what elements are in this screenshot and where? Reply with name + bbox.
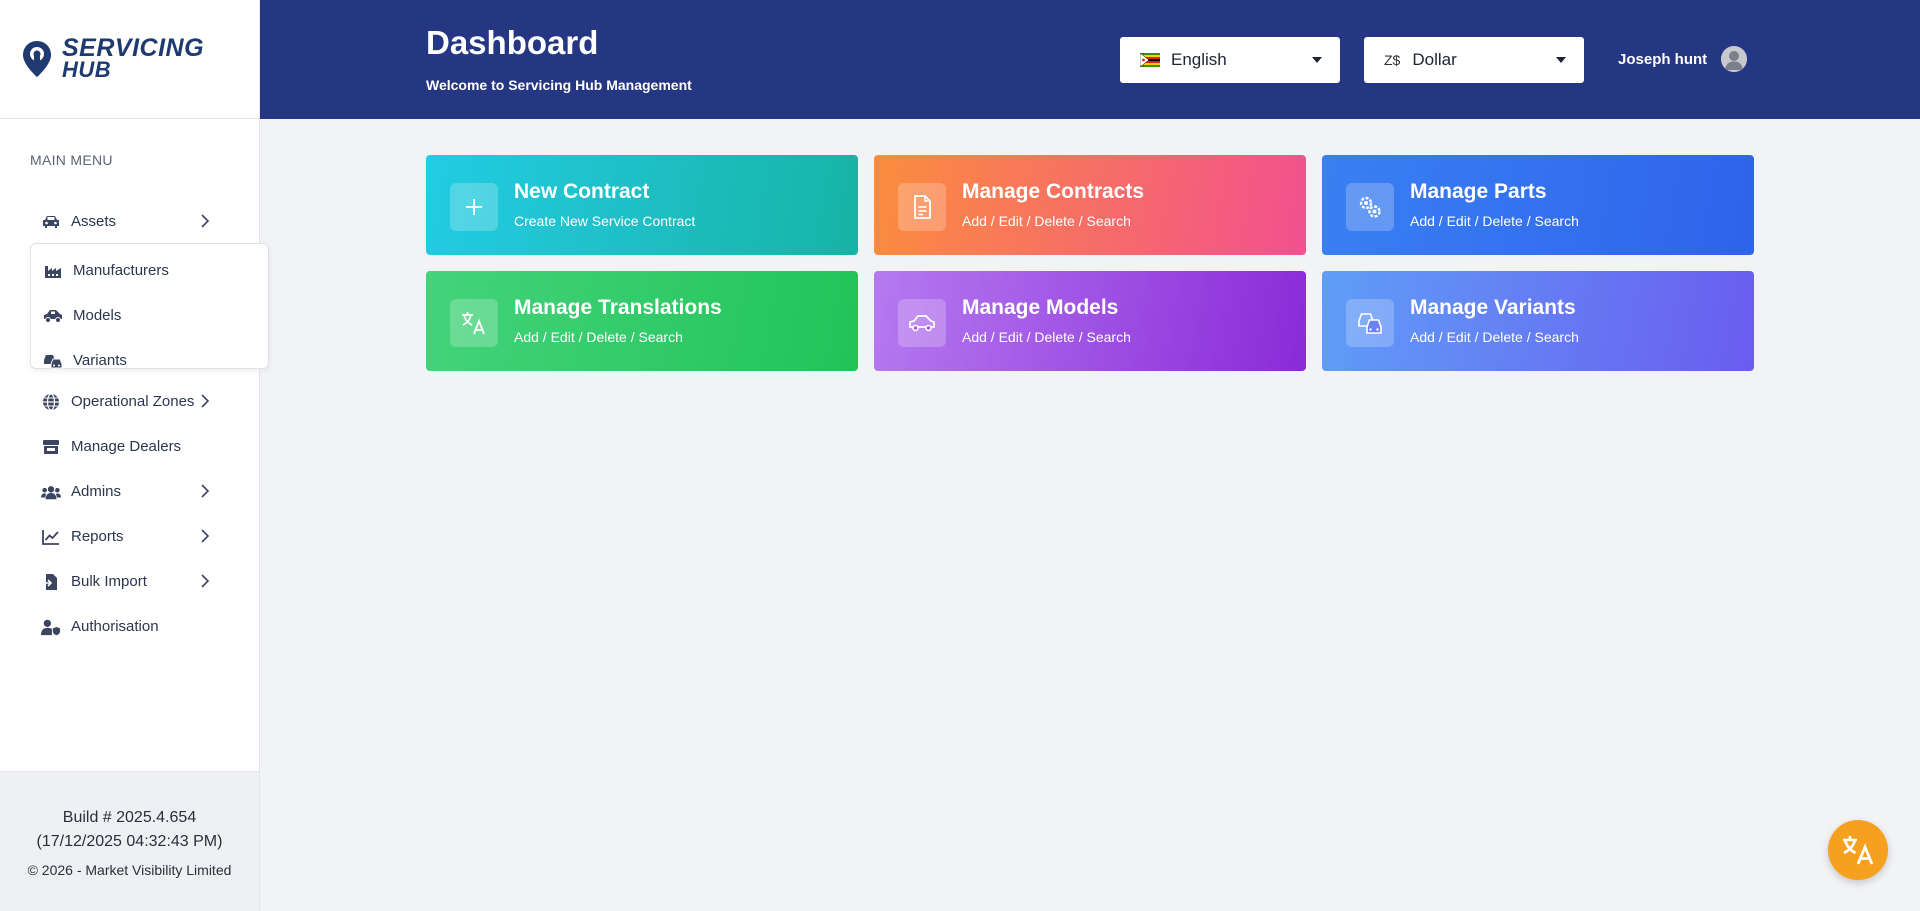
card-title: Manage Translations (514, 296, 722, 319)
wrench-pin-icon (23, 41, 51, 77)
user-shield-icon (41, 618, 61, 636)
language-select[interactable]: English (1120, 37, 1340, 83)
car-icon (41, 213, 61, 231)
page-subtitle: Welcome to Servicing Hub Management (426, 77, 692, 93)
sidebar-item-label: Admins (71, 483, 122, 500)
language-selected: English (1171, 50, 1227, 69)
industry-icon (43, 262, 63, 280)
card-subtitle: Add / Edit / Delete / Search (962, 213, 1131, 229)
sidebar-item-label: Reports (71, 528, 124, 545)
manage-models-card[interactable]: Manage Models Add / Edit / Delete / Sear… (874, 271, 1306, 371)
avatar (1721, 46, 1748, 72)
top-header: Dashboard Welcome to Servicing Hub Manag… (260, 0, 1920, 119)
main-menu: Assets (30, 199, 230, 244)
language-icon (450, 299, 498, 347)
plus-icon (450, 183, 498, 231)
card-title: Manage Contracts (962, 180, 1145, 203)
user-menu[interactable]: Joseph hunt (1618, 46, 1748, 72)
submenu-item-label: Variants (73, 352, 127, 369)
brand-line2: HUB (62, 57, 112, 82)
sidebar-item-authorisation[interactable]: Authorisation (30, 604, 230, 649)
sidebar-item-operational-zones[interactable]: Operational Zones (30, 379, 230, 424)
sidebar-item-manage-dealers[interactable]: Manage Dealers (30, 424, 230, 469)
submenu-item-label: Models (73, 307, 122, 324)
menu-caption: MAIN MENU (30, 152, 113, 168)
sidebar-item-label: Operational Zones (71, 393, 195, 410)
card-subtitle: Add / Edit / Delete / Search (514, 329, 683, 345)
sidebar-footer: Build # 2025.4.654 (17/12/2025 04:32:43 … (0, 771, 259, 911)
card-title: Manage Parts (1410, 180, 1547, 203)
store-icon (41, 438, 61, 456)
sidebar-item-label: Assets (71, 213, 117, 230)
chevron-right-icon (201, 214, 210, 228)
translate-fab-button[interactable] (1828, 820, 1888, 880)
new-contract-card[interactable]: New Contract Create New Service Contract (426, 155, 858, 255)
caret-down-icon (1556, 57, 1566, 63)
card-subtitle: Create New Service Contract (514, 213, 696, 229)
submenu-item-models[interactable]: Models (31, 293, 268, 338)
cars-icon (1346, 299, 1394, 347)
manage-variants-card[interactable]: Manage Variants Add / Edit / Delete / Se… (1322, 271, 1754, 371)
file-alt-icon (898, 183, 946, 231)
build-number: Build # 2025.4.654 (62, 809, 197, 826)
chevron-right-icon (201, 529, 210, 543)
sidebar-item-bulk-import[interactable]: Bulk Import (30, 559, 230, 604)
page-title: Dashboard (426, 24, 599, 61)
chevron-right-icon (201, 574, 210, 588)
car-icon (898, 299, 946, 347)
sidebar-item-reports[interactable]: Reports (30, 514, 230, 559)
sidebar-item-label: Authorisation (71, 618, 159, 635)
submenu-item-variants[interactable]: Variants (31, 338, 268, 383)
main-menu-lower: Operational Zones Manage Dealers Admins … (30, 379, 230, 649)
sidebar-item-assets[interactable]: Assets (30, 199, 230, 244)
currency-select[interactable]: Z$ Dollar (1364, 37, 1584, 83)
chevron-right-icon (201, 394, 210, 408)
users-icon (41, 483, 61, 501)
chart-line-icon (41, 528, 61, 546)
manage-contracts-card[interactable]: Manage Contracts Add / Edit / Delete / S… (874, 155, 1306, 255)
card-subtitle: Add / Edit / Delete / Search (1410, 329, 1579, 345)
car-side-icon (43, 307, 63, 325)
card-title: Manage Variants (1410, 296, 1576, 319)
build-date: (17/12/2025 04:32:43 PM) (36, 833, 223, 850)
submenu-item-label: Manufacturers (73, 262, 169, 279)
card-subtitle: Add / Edit / Delete / Search (1410, 213, 1579, 229)
sidebar-item-label: Bulk Import (71, 573, 147, 590)
zimbabwe-flag-icon (1140, 53, 1160, 67)
sidebar: SERVICING HUB MAIN MENU Assets Manufactu… (0, 0, 269, 911)
currency-selected: Dollar (1412, 50, 1457, 69)
translate-icon (1843, 836, 1874, 865)
copyright: © 2026 - Market Visibility Limited (27, 862, 232, 878)
manage-translations-card[interactable]: Manage Translations Add / Edit / Delete … (426, 271, 858, 371)
card-title: New Contract (514, 180, 650, 203)
brand-line1: SERVICING (62, 34, 205, 62)
sidebar-item-label: Manage Dealers (71, 438, 182, 455)
globe-icon (41, 392, 61, 411)
brand-logo[interactable]: SERVICING HUB (0, 0, 259, 119)
currency-symbol: Z$ (1384, 52, 1401, 68)
cogs-icon (1346, 183, 1394, 231)
chevron-right-icon (201, 484, 210, 498)
manage-parts-card[interactable]: Manage Parts Add / Edit / Delete / Searc… (1322, 155, 1754, 255)
submenu-item-manufacturers[interactable]: Manufacturers (31, 248, 268, 293)
sidebar-item-admins[interactable]: Admins (30, 469, 230, 514)
user-name: Joseph hunt (1618, 50, 1708, 68)
card-title: Manage Models (962, 296, 1119, 319)
cars-icon (43, 352, 63, 370)
caret-down-icon (1312, 57, 1322, 63)
assets-submenu: Manufacturers Models Variants (30, 243, 269, 369)
file-import-icon (41, 573, 61, 591)
card-subtitle: Add / Edit / Delete / Search (962, 329, 1131, 345)
